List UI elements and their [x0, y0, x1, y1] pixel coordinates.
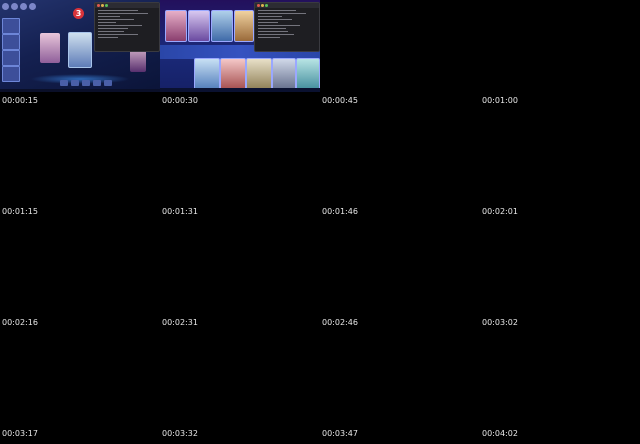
thumbnail-cell[interactable]: 00:03:47: [320, 333, 480, 444]
overlay-panel: [94, 2, 160, 52]
side-card: [2, 50, 20, 66]
frame-thumbnail: [480, 222, 640, 314]
frame-thumbnail: [320, 111, 480, 203]
timestamp-label: 00:03:47: [322, 429, 358, 438]
thumbnail-cell[interactable]: 00:01:31: [160, 111, 320, 222]
contact-sheet-grid: 3 00:00:15 00:00:30 00:00:45 00:01:00 00…: [0, 0, 640, 444]
overlay-panel: [254, 2, 320, 52]
hero-card: [296, 58, 320, 92]
timestamp-label: 00:02:16: [2, 318, 38, 327]
bottom-icon-row: [60, 80, 112, 86]
thumbnail-cell[interactable]: 00:01:00: [480, 0, 640, 111]
timestamp-label: 00:02:01: [482, 207, 518, 216]
hero-card: [165, 10, 187, 42]
timestamp-label: 00:03:17: [2, 429, 38, 438]
thumbnail-cell[interactable]: 00:03:32: [160, 333, 320, 444]
hero-card: [211, 10, 233, 42]
frame-thumbnail: [160, 111, 320, 203]
timestamp-label: 00:01:46: [322, 207, 358, 216]
hero-figure: [130, 50, 146, 72]
side-card: [2, 34, 20, 50]
frame-thumbnail: [160, 333, 320, 425]
timestamp-label: 00:03:02: [482, 318, 518, 327]
bottom-bar: [0, 89, 160, 92]
timestamp-label: 00:00:30: [162, 96, 198, 105]
hero-figure: [68, 32, 92, 68]
thumbnail-cell[interactable]: 00:02:46: [320, 222, 480, 333]
avatar: [2, 3, 9, 10]
frame-thumbnail: [160, 222, 320, 314]
thumbnail-cell[interactable]: 00:03:02: [480, 222, 640, 333]
frame-thumbnail: [320, 222, 480, 314]
frame-thumbnail: 3: [0, 0, 160, 92]
timestamp-label: 00:00:45: [322, 96, 358, 105]
avatar: [20, 3, 27, 10]
side-card: [2, 18, 20, 34]
bottom-bar: [160, 88, 320, 92]
hero-figure: [40, 33, 60, 63]
avatar: [11, 3, 18, 10]
frame-thumbnail: [320, 333, 480, 425]
thumbnail-cell[interactable]: 00:04:02: [480, 333, 640, 444]
frame-thumbnail: [0, 222, 160, 314]
thumbnail-cell[interactable]: 00:00:45: [320, 0, 480, 111]
avatar: [29, 3, 36, 10]
hero-card: [188, 10, 210, 42]
hero-card: [246, 58, 272, 92]
timestamp-label: 00:01:15: [2, 207, 38, 216]
timestamp-label: 00:02:31: [162, 318, 198, 327]
thumbnail-cell[interactable]: 00:01:15: [0, 111, 160, 222]
timestamp-label: 00:03:32: [162, 429, 198, 438]
frame-thumbnail: [480, 0, 640, 92]
thumbnail-cell[interactable]: 00:00:30: [160, 0, 320, 111]
avatar-row: [2, 3, 36, 10]
thumbnail-cell[interactable]: 3 00:00:15: [0, 0, 160, 111]
thumbnail-cell[interactable]: 00:01:46: [320, 111, 480, 222]
hero-card: [234, 10, 254, 42]
thumbnail-cell[interactable]: 00:03:17: [0, 333, 160, 444]
frame-thumbnail: [320, 0, 480, 92]
count-badge: 3: [73, 8, 84, 19]
timestamp-label: 00:01:00: [482, 96, 518, 105]
hero-card: [220, 58, 246, 92]
frame-thumbnail: [0, 333, 160, 425]
thumbnail-cell[interactable]: 00:02:16: [0, 222, 160, 333]
frame-thumbnail: [480, 333, 640, 425]
frame-thumbnail: [0, 111, 160, 203]
frame-thumbnail: [160, 0, 320, 92]
hero-card: [272, 58, 296, 92]
thumbnail-cell[interactable]: 00:02:31: [160, 222, 320, 333]
side-card: [2, 66, 20, 82]
thumbnail-cell[interactable]: 00:02:01: [480, 111, 640, 222]
timestamp-label: 00:04:02: [482, 429, 518, 438]
frame-thumbnail: [480, 111, 640, 203]
hero-card: [194, 58, 220, 92]
timestamp-label: 00:00:15: [2, 96, 38, 105]
timestamp-label: 00:01:31: [162, 207, 198, 216]
timestamp-label: 00:02:46: [322, 318, 358, 327]
